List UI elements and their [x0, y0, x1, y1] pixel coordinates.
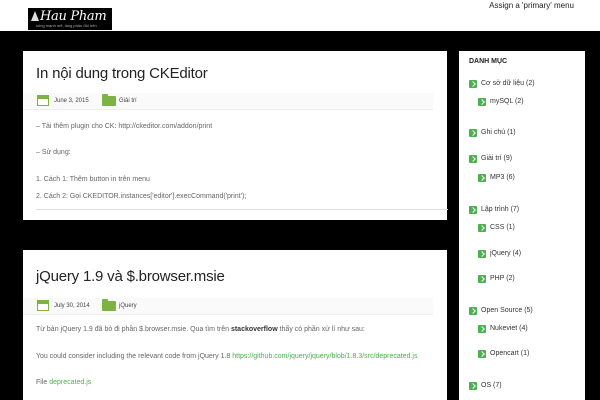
- category-label[interactable]: OS (7): [481, 382, 502, 389]
- calendar-icon: [37, 95, 49, 106]
- logo-mark-icon: [31, 11, 39, 21]
- category-checkbox-icon: [478, 174, 486, 182]
- category-label[interactable]: Ghi chú (1): [481, 129, 516, 136]
- category-label[interactable]: Open Source (5): [481, 307, 533, 314]
- github-link[interactable]: https://github.com/jquery/jquery/blob/1.…: [232, 353, 417, 360]
- text-segment: You could consider including the relevan…: [36, 353, 233, 360]
- post-line: You could consider including the relevan…: [36, 352, 417, 361]
- post-line: – Tải thêm plugin cho CK: http://ckedito…: [36, 123, 213, 130]
- category-checkbox-icon: [478, 224, 486, 232]
- category-checkbox-icon: [469, 382, 477, 390]
- category-checkbox-icon: [469, 155, 477, 163]
- bold-text: stackoverflow: [230, 326, 278, 333]
- post-line: File deprecated.js: [36, 378, 91, 387]
- post-meta: July 30, 2014 jQuery: [23, 298, 433, 315]
- folder-icon: [102, 94, 116, 106]
- logo-text: Hau Pham: [40, 9, 107, 24]
- logo-tagline: sống mạnh mẽ, làng phân đội trên: [36, 23, 97, 28]
- category-label[interactable]: CSS (1): [490, 224, 515, 231]
- post-category[interactable]: jQuery: [119, 303, 137, 309]
- category-checkbox-icon: [469, 206, 477, 214]
- category-checkbox-icon: [478, 275, 486, 283]
- category-checkbox-icon: [478, 350, 486, 358]
- list-item: 2. Cách 2: Gọi CKEDITOR.instances['edito…: [36, 193, 247, 200]
- post-meta: June 3, 2015 Giải trí: [23, 93, 433, 110]
- text-segment: Từ bản jQuery 1.9 đã bỏ đi phần $.browse…: [36, 326, 231, 333]
- text-segment: thấy có phần xử lí như sau:: [277, 326, 365, 333]
- category-label[interactable]: PHP (2): [490, 275, 515, 282]
- category-checkbox-icon: [469, 307, 477, 315]
- category-label[interactable]: Nukeviet (4): [490, 325, 528, 332]
- post-card: In nội dung trong CKEditor June 3, 2015 …: [23, 51, 448, 220]
- category-checkbox-icon: [469, 129, 477, 137]
- calendar-icon: [37, 300, 49, 311]
- post-divider: [36, 209, 448, 210]
- deprecated-link[interactable]: deprecated.js: [49, 379, 91, 386]
- sidebar-title: DANH MỤC: [469, 58, 508, 65]
- sidebar: DANH MỤC Cơ sở dữ liệu (2) mySQL (2) Ghi…: [459, 51, 585, 400]
- post-date[interactable]: June 3, 2015: [54, 98, 89, 104]
- category-label[interactable]: Opencart (1): [490, 350, 529, 357]
- post-line: – Sử dụng:: [36, 149, 71, 156]
- post-category[interactable]: Giải trí: [119, 98, 137, 104]
- post-date[interactable]: July 30, 2014: [54, 303, 90, 309]
- text-segment: File: [36, 379, 50, 386]
- category-checkbox-icon: [478, 98, 486, 106]
- folder-icon: [102, 299, 116, 311]
- category-label[interactable]: MP3 (6): [490, 174, 515, 181]
- category-label[interactable]: Giải trí (9): [481, 155, 512, 162]
- category-label[interactable]: Cơ sở dữ liệu (2): [481, 80, 535, 87]
- category-label[interactable]: mySQL (2): [490, 98, 524, 105]
- header-right: Assign a 'primary' menu: [112, 0, 600, 31]
- post-card: jQuery 1.9 và $.browser.msie July 30, 20…: [23, 250, 447, 400]
- category-checkbox-icon: [478, 250, 486, 258]
- primary-menu-placeholder[interactable]: Assign a 'primary' menu: [489, 1, 574, 10]
- site-logo[interactable]: Hau Pham sống mạnh mẽ, làng phân đội trê…: [28, 8, 112, 30]
- category-checkbox-icon: [469, 80, 477, 88]
- category-label[interactable]: jQuery (4): [490, 250, 521, 257]
- post-line: Từ bản jQuery 1.9 đã bỏ đi phần $.browse…: [36, 325, 365, 334]
- post-title[interactable]: jQuery 1.9 và $.browser.msie: [36, 268, 225, 285]
- category-label[interactable]: Lập trình (7): [481, 206, 519, 213]
- list-item: 1. Cách 1: Thêm button in trên menu: [36, 176, 150, 183]
- post-title[interactable]: In nội dung trong CKEditor: [36, 65, 208, 82]
- category-checkbox-icon: [478, 325, 486, 333]
